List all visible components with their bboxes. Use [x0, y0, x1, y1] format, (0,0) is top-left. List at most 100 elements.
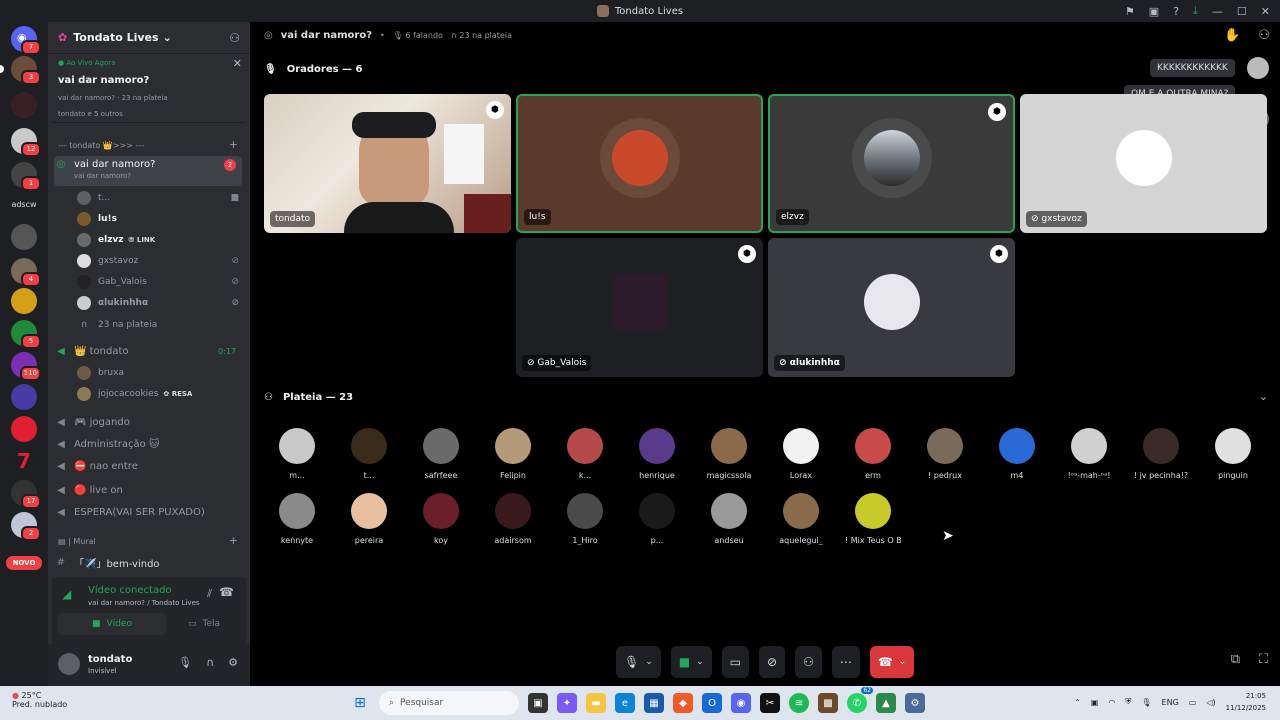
whatsapp-icon[interactable]: ✆ 62: [847, 687, 873, 713]
home-button[interactable]: ◉ 7: [11, 26, 41, 55]
mute-all-button[interactable]: ⊘: [759, 646, 786, 678]
microphone-icon[interactable]: 🎙︎: [1141, 698, 1151, 707]
raise-hand-icon[interactable]: ✋: [1224, 28, 1240, 43]
voice-user[interactable]: lu!s: [77, 209, 247, 229]
wifi-icon[interactable]: ◠: [1108, 698, 1115, 707]
channel-voice[interactable]: ◀ ⛔ nao entre: [54, 455, 242, 477]
channel-stage-active[interactable]: ◎ vai dar namoro? vai dar namoro? 2: [54, 156, 242, 186]
voice-user[interactable]: αlukinhhα ⊘: [77, 293, 247, 313]
volume-icon[interactable]: ◁): [1206, 698, 1215, 707]
audience-member[interactable]: pereira: [341, 493, 397, 545]
audience-member[interactable]: 1_Hiro: [557, 493, 613, 545]
user-name[interactable]: tondato: [88, 654, 132, 665]
server-icon-3[interactable]: 12: [11, 128, 41, 157]
voice-user[interactable]: t... ■: [77, 188, 247, 208]
speaker-tile[interactable]: ⬢ tondato: [264, 94, 511, 233]
server-icon-6[interactable]: 4: [11, 258, 41, 287]
audience-member[interactable]: m...: [269, 428, 325, 480]
server-icon-10[interactable]: [11, 384, 37, 410]
task-view-icon[interactable]: ▣: [528, 693, 548, 713]
fullscreen-icon[interactable]: ⛶: [1259, 652, 1268, 667]
audience-member[interactable]: m4: [989, 428, 1045, 480]
channel-voice[interactable]: ◀ ESPERA(VAI SER PUXADO): [54, 501, 242, 523]
minecraft-icon[interactable]: ▩: [818, 693, 838, 713]
channel-voice-tondato[interactable]: ◀ 👑 tondato 0:17: [54, 340, 242, 362]
search-box[interactable]: ⌕ Pesquisar: [379, 691, 519, 715]
discord-taskbar-icon[interactable]: ◉: [731, 693, 751, 713]
server-text-icon[interactable]: adscw: [4, 200, 44, 209]
android-icon[interactable]: ▲: [876, 693, 896, 713]
disconnect-icon[interactable]: ☎: [219, 585, 234, 599]
speaker-tile[interactable]: ⬢ ⊘ αlukinhhα: [768, 238, 1015, 377]
store-icon[interactable]: ▦: [644, 693, 664, 713]
channel-voice[interactable]: ◀ 🔴 live on: [54, 479, 242, 501]
audience-member[interactable]: Felipin: [485, 428, 541, 480]
audience-member[interactable]: henrique: [629, 428, 685, 480]
server-icon-12[interactable]: 7: [11, 448, 37, 474]
server-icon-8[interactable]: 5: [11, 320, 41, 349]
audience-member[interactable]: magicssola: [701, 428, 757, 480]
voice-user[interactable]: bruxa: [77, 363, 247, 383]
audience-member[interactable]: adairsom: [485, 493, 541, 545]
gear-icon[interactable]: ⚙: [228, 656, 238, 669]
audience-member[interactable]: t...: [341, 428, 397, 480]
maximize-button[interactable]: ☐: [1237, 5, 1247, 18]
microphone-button[interactable]: 🎙︎ ⌄: [616, 646, 661, 678]
server-icon-14[interactable]: 2: [11, 512, 41, 541]
move-to-audience-button[interactable]: ⚇: [795, 646, 822, 678]
category-header[interactable]: --- tondato 👑>>> ---: [58, 141, 144, 150]
video-button[interactable]: ■ Vídeo: [58, 613, 166, 635]
noise-suppression-icon[interactable]: ⫽: [207, 587, 212, 601]
server-icon-2[interactable]: [11, 92, 37, 118]
speaker-tile[interactable]: ⬢ ⊘ Gab_Valois: [516, 238, 763, 377]
clock[interactable]: 21:05 11/12/2025: [1226, 690, 1266, 714]
inbox-icon[interactable]: ▣: [1149, 5, 1159, 18]
screen-share-button[interactable]: ▭ Tela: [168, 613, 240, 635]
voice-user[interactable]: elzvz ⛃ LINK: [77, 230, 247, 250]
live-now-card[interactable]: ● Ao Vivo Agora vai dar namoro? vai dar …: [52, 55, 246, 123]
add-member-icon[interactable]: ⚇: [229, 31, 240, 45]
popout-icon[interactable]: ⧉: [1231, 652, 1240, 667]
edge-icon[interactable]: e: [615, 693, 635, 713]
server-icon-9[interactable]: 110: [11, 352, 41, 381]
voice-user[interactable]: gxstavoz ⊘: [77, 251, 247, 271]
weather-widget[interactable]: ● 25°C Pred. nublado: [12, 691, 67, 709]
file-explorer-icon[interactable]: ▬: [586, 693, 606, 713]
audience-member[interactable]: pinguin: [1205, 428, 1261, 480]
language-indicator[interactable]: ENG: [1162, 698, 1179, 707]
server-icon-7[interactable]: [11, 288, 37, 314]
camera-button[interactable]: ■ ⌄: [670, 646, 712, 678]
chevron-up-icon[interactable]: ⌃: [1074, 698, 1081, 707]
audience-member[interactable]: kennyte: [269, 493, 325, 545]
avatar[interactable]: [58, 653, 80, 675]
audience-member[interactable]: erm: [845, 428, 901, 480]
minimize-button[interactable]: —: [1212, 5, 1223, 18]
audience-member[interactable]: ! jv pecinha!?: [1133, 428, 1189, 480]
leave-stage-button[interactable]: ☎ ⌄: [869, 646, 915, 678]
category-header[interactable]: ▤ | Mural: [58, 537, 96, 546]
voice-user[interactable]: Gab_Valois ⊘: [77, 272, 247, 292]
outlook-icon[interactable]: O: [702, 693, 722, 713]
channel-text-bem-vindo[interactable]: # 「✈️」bem-vindo: [54, 551, 242, 573]
download-icon[interactable]: ⤓: [1193, 4, 1198, 18]
speaker-tile[interactable]: lu!s: [516, 94, 763, 233]
server-icon-4[interactable]: 1: [11, 162, 41, 191]
audience-member[interactable]: Lorax: [773, 428, 829, 480]
audience-member[interactable]: k...: [557, 428, 613, 480]
audience-member[interactable]: andseu: [701, 493, 757, 545]
voice-user[interactable]: jojocacookies ✿ RESA: [77, 384, 247, 404]
audience-member[interactable]: ! Mix Teus O B...: [845, 493, 901, 545]
server-header[interactable]: ✿ Tondato Lives ⌄ ⚇: [48, 22, 250, 54]
channel-voice[interactable]: ◀ Administração 🐱: [54, 433, 242, 455]
server-icon-11[interactable]: [11, 416, 37, 442]
server-icon-13[interactable]: 17: [11, 480, 41, 509]
shield-icon[interactable]: ⛨: [1125, 697, 1131, 707]
add-channel-icon[interactable]: +: [229, 138, 238, 151]
help-icon[interactable]: ?: [1173, 5, 1179, 18]
microphone-icon[interactable]: 🎙︎: [178, 656, 192, 669]
flag-icon[interactable]: ⚑: [1125, 5, 1135, 18]
server-icon-5[interactable]: [11, 224, 37, 250]
screen-share-button[interactable]: ▭: [721, 646, 750, 678]
close-icon[interactable]: ✕: [233, 57, 242, 70]
voice-status[interactable]: Vídeo conectado: [88, 585, 172, 596]
